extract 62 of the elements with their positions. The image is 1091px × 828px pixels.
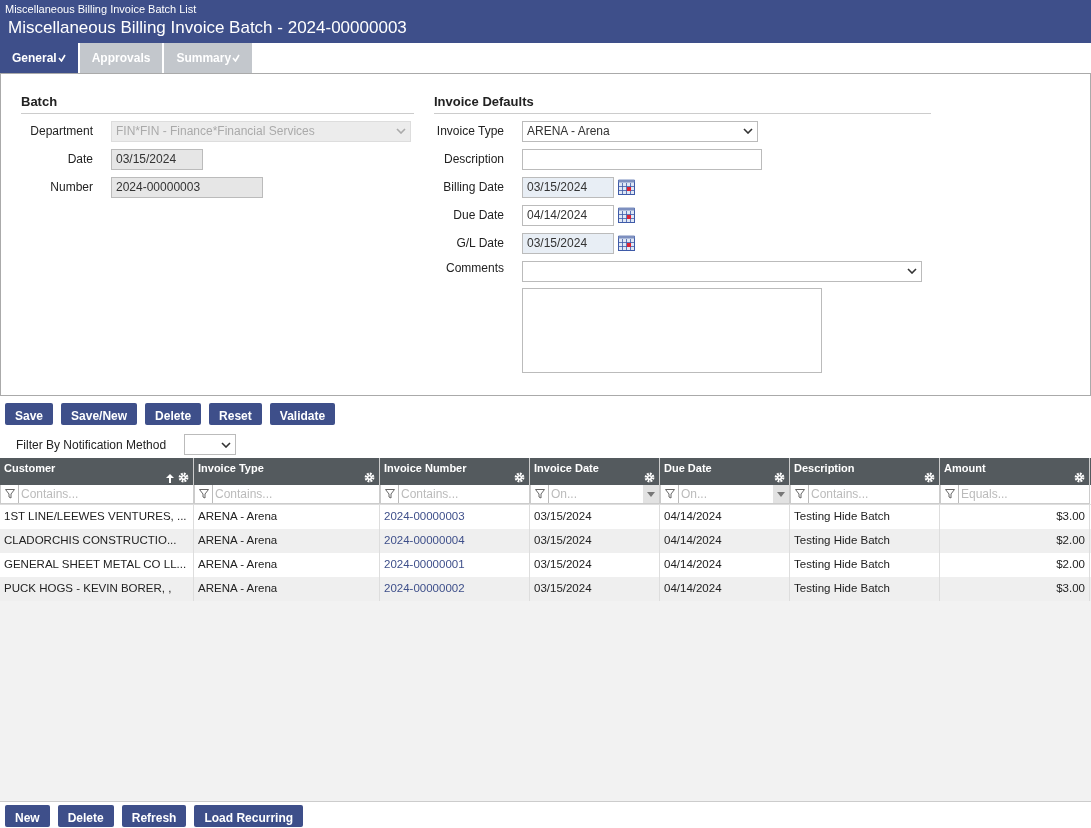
checkmark-icon (57, 54, 66, 62)
grid-button[interactable]: Load Recurring (194, 805, 304, 827)
chevron-down-icon (743, 128, 753, 135)
triangle-down-icon (777, 491, 785, 497)
breadcrumb-link[interactable]: Miscellaneous Billing Invoice Batch List (5, 2, 1083, 16)
date-field[interactable]: 04/14/2024 (522, 204, 614, 226)
filter-icon (385, 489, 395, 499)
field-label: G/L Date (455, 235, 504, 253)
gear-icon[interactable] (1074, 472, 1085, 483)
table-cell: ARENA - Arena (194, 577, 380, 601)
filter-icon (795, 489, 805, 499)
table-cell: 04/14/2024 (660, 577, 790, 601)
gear-icon[interactable] (178, 472, 189, 483)
grid-button[interactable]: Delete (57, 805, 114, 827)
grid-button[interactable]: New (5, 805, 50, 827)
chevron-down-icon (396, 128, 406, 135)
field-label: Invoice Type (435, 123, 504, 141)
dropdown-button[interactable] (773, 485, 789, 503)
sort-arrow-icon[interactable] (166, 474, 174, 483)
chevron-down-icon (907, 268, 917, 275)
form-button[interactable]: Delete (145, 403, 202, 425)
gear-icon[interactable] (924, 472, 935, 483)
calendar-icon[interactable] (618, 179, 635, 196)
gear-icon[interactable] (644, 472, 655, 483)
invoice-link[interactable]: 2024-00000002 (380, 577, 530, 601)
filter-icon (665, 489, 675, 499)
filter-icon (535, 489, 545, 499)
table-cell: Testing Hide Batch (790, 577, 940, 601)
gear-icon[interactable] (774, 472, 785, 483)
gear-icon[interactable] (364, 472, 375, 483)
calendar-icon[interactable] (618, 235, 635, 252)
filter-icon (199, 489, 209, 499)
calendar-icon[interactable] (618, 207, 635, 224)
checkmark-icon (232, 54, 241, 62)
gear-icon[interactable] (514, 472, 525, 483)
table-cell: $3.00 (940, 577, 1090, 601)
filter-icon (945, 489, 955, 499)
input-field[interactable] (522, 148, 762, 170)
field-label: Department (29, 123, 93, 141)
dropdown-button[interactable] (643, 485, 659, 503)
section-heading: Invoice Defaults (434, 94, 931, 114)
tab[interactable]: General (0, 43, 78, 73)
form-button[interactable]: Save (5, 403, 54, 425)
grid-button[interactable]: Refresh (121, 805, 187, 827)
form-button[interactable]: Reset (209, 403, 262, 425)
field-label: Date (66, 151, 93, 169)
triangle-down-icon (647, 491, 655, 497)
page-title: Miscellaneous Billing Invoice Batch - 2024-00000003 (7, 17, 408, 39)
chevron-down-icon (221, 441, 232, 448)
table-cell: PUCK HOGS - KEVIN BORER, , (0, 577, 194, 601)
section-heading: Batch (21, 94, 414, 114)
field-label: Billing Date (442, 179, 504, 197)
field-label: Due Date (452, 207, 504, 225)
field-label: Comments (445, 259, 504, 277)
form-button[interactable]: Save/New (61, 403, 138, 425)
form-button[interactable]: Validate (269, 403, 336, 425)
table-cell: 03/15/2024 (530, 577, 660, 601)
field-label: Description (442, 151, 504, 169)
filter-label: Filter By Notification Method (16, 436, 167, 454)
dropdown-field[interactable]: ARENA - Arena (522, 120, 758, 142)
filter-icon (5, 489, 15, 499)
field-label: Number (49, 179, 93, 197)
